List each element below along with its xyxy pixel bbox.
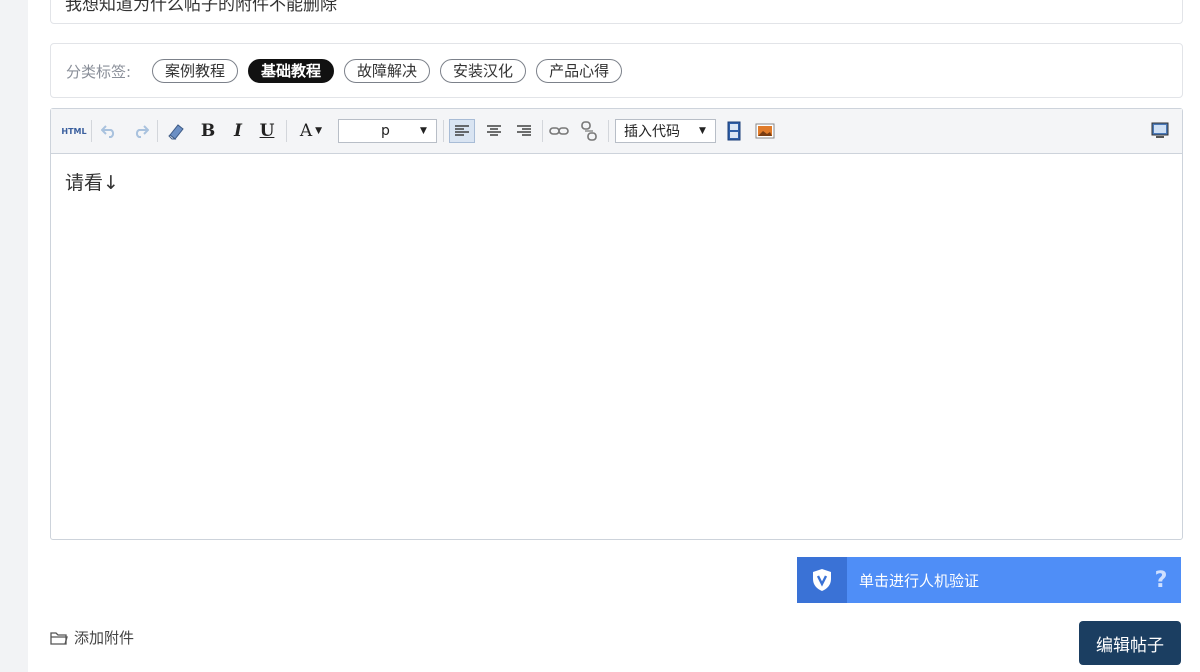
chevron-down-icon: ▼ (315, 126, 323, 136)
post-title-input[interactable]: 我想知道为什么帖子的附件不能删除 (50, 0, 1183, 24)
format-value: p (381, 123, 390, 139)
video-icon[interactable] (725, 120, 743, 142)
tag-product-insights[interactable]: 产品心得 (536, 59, 623, 83)
shield-icon (813, 569, 831, 591)
category-tags-row: 分类标签: 案例教程 基础教程 故障解决 安装汉化 产品心得 (50, 43, 1183, 98)
shield-icon-box (797, 557, 847, 603)
editor-text: 请看↓ (65, 172, 119, 194)
toolbar-divider (91, 120, 92, 142)
toolbar-divider (608, 120, 609, 142)
add-attachment-label: 添加附件 (74, 629, 135, 647)
bold-button[interactable]: B (199, 120, 217, 142)
font-color-label: A (299, 121, 313, 141)
captcha-verify-button[interactable]: 单击进行人机验证 ? (797, 557, 1181, 603)
align-center-icon[interactable] (482, 120, 506, 142)
eraser-icon[interactable] (164, 120, 188, 142)
underline-button[interactable]: U (258, 120, 276, 142)
help-icon[interactable]: ? (1141, 568, 1181, 593)
toolbar-divider (443, 120, 444, 142)
editor-content-area[interactable]: 请看↓ (51, 154, 1182, 539)
left-rail (0, 0, 28, 672)
insert-code-select[interactable]: 插入代码 ▼ (615, 119, 716, 143)
tag-install-localize[interactable]: 安装汉化 (440, 59, 527, 83)
tags-label: 分类标签: (66, 63, 132, 81)
font-color-button[interactable]: A ▼ (294, 120, 328, 142)
code-select-value: 插入代码 (624, 124, 680, 140)
tag-basic-tutorial[interactable]: 基础教程 (248, 59, 335, 83)
chevron-down-icon: ▼ (699, 126, 706, 136)
link-icon[interactable] (548, 120, 570, 142)
rich-text-editor: HTML B I U A ▼ p ▼ 插入代码 ▼ 请看↓ (50, 108, 1183, 540)
tag-troubleshooting[interactable]: 故障解决 (344, 59, 431, 83)
editor-toolbar: HTML B I U A ▼ p ▼ 插入代码 ▼ (51, 109, 1182, 154)
align-left-icon[interactable] (449, 119, 475, 143)
redo-icon[interactable] (131, 120, 151, 142)
add-attachment-link[interactable]: 添加附件 (50, 627, 134, 648)
align-right-icon[interactable] (512, 120, 536, 142)
tag-case-tutorial[interactable]: 案例教程 (152, 59, 239, 83)
undo-icon[interactable] (99, 120, 119, 142)
tag-list: 案例教程 基础教程 故障解决 安装汉化 产品心得 (152, 59, 623, 83)
toolbar-divider (286, 120, 287, 142)
folder-icon (50, 631, 68, 645)
toolbar-divider (157, 120, 158, 142)
unlink-icon[interactable] (578, 120, 600, 142)
paragraph-format-select[interactable]: p ▼ (338, 119, 437, 143)
html-source-button[interactable]: HTML (61, 120, 87, 142)
image-icon[interactable] (754, 120, 776, 142)
toolbar-divider (542, 120, 543, 142)
edit-post-button[interactable]: 编辑帖子 (1079, 621, 1181, 665)
captcha-label: 单击进行人机验证 (859, 571, 980, 590)
italic-button[interactable]: I (229, 120, 247, 142)
preview-monitor-icon[interactable] (1149, 120, 1171, 142)
chevron-down-icon: ▼ (420, 126, 427, 136)
